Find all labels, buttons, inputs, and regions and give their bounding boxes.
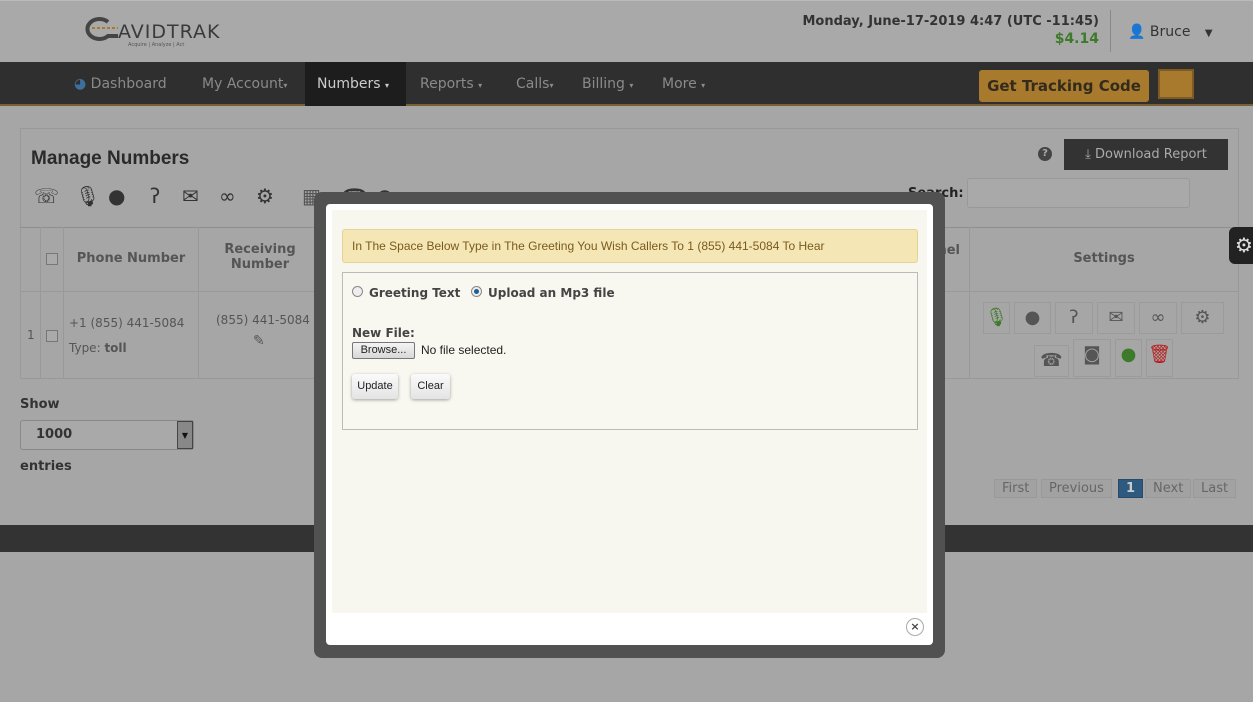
greeting-text-radio[interactable] bbox=[352, 286, 363, 297]
col-divider bbox=[40, 227, 41, 378]
col-divider bbox=[198, 227, 199, 378]
close-icon[interactable]: × bbox=[906, 618, 924, 636]
agent-button[interactable]: ◙ bbox=[1073, 339, 1111, 377]
page-last[interactable]: Last bbox=[1193, 479, 1237, 498]
dashboard-icon: ◕ bbox=[74, 76, 87, 92]
page-next[interactable]: Next bbox=[1145, 479, 1192, 498]
nav-billing[interactable]: Billing ▾ bbox=[570, 62, 645, 106]
edit-icon[interactable]: ✎ bbox=[253, 333, 265, 349]
page-previous[interactable]: Previous bbox=[1041, 479, 1112, 498]
gears-icon[interactable]: ⚙ bbox=[256, 184, 274, 208]
nav-label: Numbers bbox=[317, 76, 381, 92]
header-divider bbox=[1110, 10, 1111, 52]
upload-mp3-radio[interactable] bbox=[471, 286, 482, 297]
receiving-number: (855) 441-5084 bbox=[216, 313, 310, 327]
help-icon[interactable]: ? bbox=[1038, 147, 1052, 161]
tracking-home-icon[interactable] bbox=[1158, 69, 1194, 99]
ear-icon[interactable]: ʔ bbox=[150, 184, 160, 208]
search-input[interactable] bbox=[967, 178, 1190, 208]
user-menu[interactable]: 👤 Bruce ▼ bbox=[1128, 24, 1213, 40]
voicemail-button[interactable]: ∞ bbox=[1139, 302, 1177, 334]
user-icon: 👤 bbox=[1128, 24, 1146, 40]
logo-tagline: Acquire | Analyze | Act bbox=[128, 42, 185, 48]
type-value: toll bbox=[104, 341, 127, 355]
file-status: No file selected. bbox=[421, 343, 507, 357]
browse-button[interactable]: Browse... bbox=[352, 342, 415, 359]
greeting-instructions-alert: In The Space Below Type in The Greeting … bbox=[342, 229, 918, 263]
page-first[interactable]: First bbox=[994, 479, 1038, 498]
download-icon: ⤓ bbox=[1085, 147, 1091, 162]
phone-number: +1 (855) 441-5084 bbox=[69, 316, 185, 330]
header-receiving-number: Receiving Number bbox=[224, 242, 296, 272]
type-label: Type: bbox=[69, 341, 101, 355]
logo-mark-icon bbox=[85, 17, 118, 41]
caller-id-button[interactable]: ☎ bbox=[1034, 345, 1069, 377]
voicemail-icon[interactable]: ∞ bbox=[219, 184, 236, 208]
caret-down-icon: ▼ bbox=[1204, 28, 1213, 39]
greeting-mic-button[interactable]: 🎙 bbox=[983, 302, 1010, 334]
nav-label: Billing bbox=[582, 76, 625, 92]
nav-label: My Account bbox=[202, 76, 284, 92]
entries-select[interactable]: 1000 bbox=[20, 420, 194, 450]
nav-label: Dashboard bbox=[90, 76, 167, 92]
nav-dashboard[interactable]: ◕ Dashboard bbox=[62, 62, 179, 106]
new-file-label: New File: bbox=[352, 326, 415, 340]
nav-calls[interactable]: Calls▾ bbox=[504, 62, 565, 106]
datetime: Monday, June-17-2019 4:47 (UTC -11:45) bbox=[802, 14, 1100, 29]
page-current[interactable]: 1 bbox=[1118, 479, 1144, 498]
nav-label: Calls bbox=[516, 76, 550, 92]
select-all-checkbox[interactable] bbox=[46, 253, 58, 265]
logo-text: AVIDTRAK bbox=[118, 21, 221, 43]
entries-label: entries bbox=[20, 459, 72, 474]
row-checkbox[interactable] bbox=[46, 330, 58, 342]
sms-button[interactable]: ● bbox=[1014, 302, 1051, 334]
nav-more[interactable]: More ▾ bbox=[650, 62, 717, 106]
get-tracking-code-button[interactable]: Get Tracking Code bbox=[979, 70, 1149, 102]
delete-trash-button[interactable]: 🗑 bbox=[1146, 339, 1173, 377]
lightbulb-button[interactable]: ● bbox=[1115, 339, 1142, 377]
logo[interactable]: AVIDTRAK Acquire | Analyze | Act bbox=[78, 12, 228, 52]
header-settings: Settings bbox=[1073, 251, 1135, 266]
clear-button[interactable]: Clear bbox=[411, 374, 450, 399]
download-label: Download Report bbox=[1095, 147, 1207, 162]
nav-label: Reports bbox=[420, 76, 474, 92]
nav-my-account[interactable]: My Account▾ bbox=[190, 62, 299, 106]
ear-button[interactable]: ʔ bbox=[1055, 302, 1093, 334]
nav-numbers[interactable]: Numbers ▾ bbox=[305, 62, 406, 106]
microphone-icon[interactable]: 🎙 bbox=[75, 184, 100, 208]
col-divider bbox=[969, 227, 970, 378]
row-index: 1 bbox=[27, 328, 35, 342]
user-name: Bruce bbox=[1149, 24, 1191, 40]
nav-reports[interactable]: Reports ▾ bbox=[408, 62, 494, 106]
chat-bubble-icon[interactable]: ● bbox=[108, 184, 125, 208]
upload-mp3-label: Upload an Mp3 file bbox=[488, 286, 615, 300]
settings-gears-button[interactable]: ⚙ bbox=[1181, 302, 1224, 334]
download-report-button[interactable]: ⤓ Download Report bbox=[1064, 139, 1228, 170]
show-label: Show bbox=[20, 397, 60, 412]
side-settings-gear-icon[interactable]: ⚙ bbox=[1229, 227, 1253, 264]
col-divider bbox=[63, 227, 64, 378]
page-title: Manage Numbers bbox=[31, 148, 190, 169]
nav-label: More bbox=[662, 76, 697, 92]
envelope-icon[interactable]: ✉ bbox=[182, 184, 199, 208]
greeting-text-label: Greeting Text bbox=[369, 286, 461, 300]
call-edit-icon[interactable]: ☏ bbox=[34, 184, 59, 208]
balance: $4.14 bbox=[1054, 31, 1099, 47]
select-arrow-icon[interactable]: ▼ bbox=[177, 421, 193, 449]
update-button[interactable]: Update bbox=[352, 374, 398, 399]
header-phone-number: Phone Number bbox=[76, 251, 186, 266]
email-button[interactable]: ✉ bbox=[1097, 302, 1135, 334]
